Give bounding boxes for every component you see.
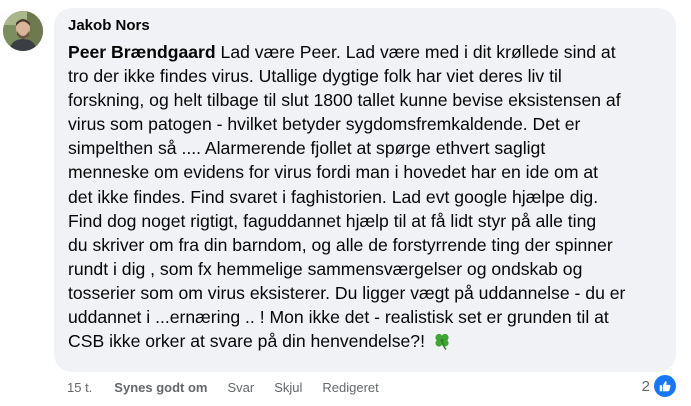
comment-line: tro der ikke findes virus. Utallige dygt…: [68, 66, 562, 87]
comment-line: CSB ikke orker at svare på din henvendel…: [68, 331, 430, 352]
comment-line: du skriver om fra din barndom, og alle d…: [68, 234, 613, 255]
comment-actions: 15 t. Synes godt om Svar Skjul Redigeret: [67, 380, 399, 395]
comment-line: simpelthen så .... Alarmerende fjollet a…: [68, 138, 546, 159]
like-button[interactable]: Synes godt om: [114, 380, 207, 395]
avatar-photo: [3, 11, 43, 51]
mention-link[interactable]: Peer Brændgaard: [68, 42, 216, 62]
reaction-count: 2: [641, 377, 650, 395]
comment-line: rundt i dig , som fx hemmelige sammensvæ…: [68, 258, 583, 279]
comment-line: virus som patogen - hvilket betyder sygd…: [68, 114, 581, 135]
edited-label[interactable]: Redigeret: [322, 380, 378, 395]
comment-line: uddannet i ...ernæring .. ! Mon ikke det…: [68, 307, 609, 328]
comment-author[interactable]: Jakob Nors: [68, 17, 660, 35]
avatar[interactable]: [3, 11, 43, 51]
comment-line: menneske om evidens for virus fordi man …: [68, 162, 599, 183]
comment-line: Lad være Peer. Lad være med i dit krølle…: [215, 42, 616, 62]
comment-line: Find dog noget rigtigt, faguddannet hjæl…: [68, 210, 597, 231]
comment-body: Peer Brændgaard Lad være Peer. Lad være …: [68, 40, 660, 357]
comment-line: det ikke findes. Find svaret i faghistor…: [68, 186, 599, 207]
reply-button[interactable]: Svar: [227, 380, 254, 395]
comment-timestamp[interactable]: 15 t.: [67, 380, 92, 395]
comment-line: tosserier som om virus eksisterer. Du li…: [68, 282, 626, 303]
four-leaf-clover-icon: [432, 331, 452, 357]
reaction-summary[interactable]: 2: [641, 373, 678, 399]
comment-bubble: Jakob Nors Peer Brændgaard Lad være Peer…: [54, 8, 676, 372]
hide-button[interactable]: Skjul: [274, 380, 302, 395]
like-icon: [652, 373, 678, 399]
comment-line: forskning, og helt tilbage til slut 1800…: [68, 90, 621, 111]
